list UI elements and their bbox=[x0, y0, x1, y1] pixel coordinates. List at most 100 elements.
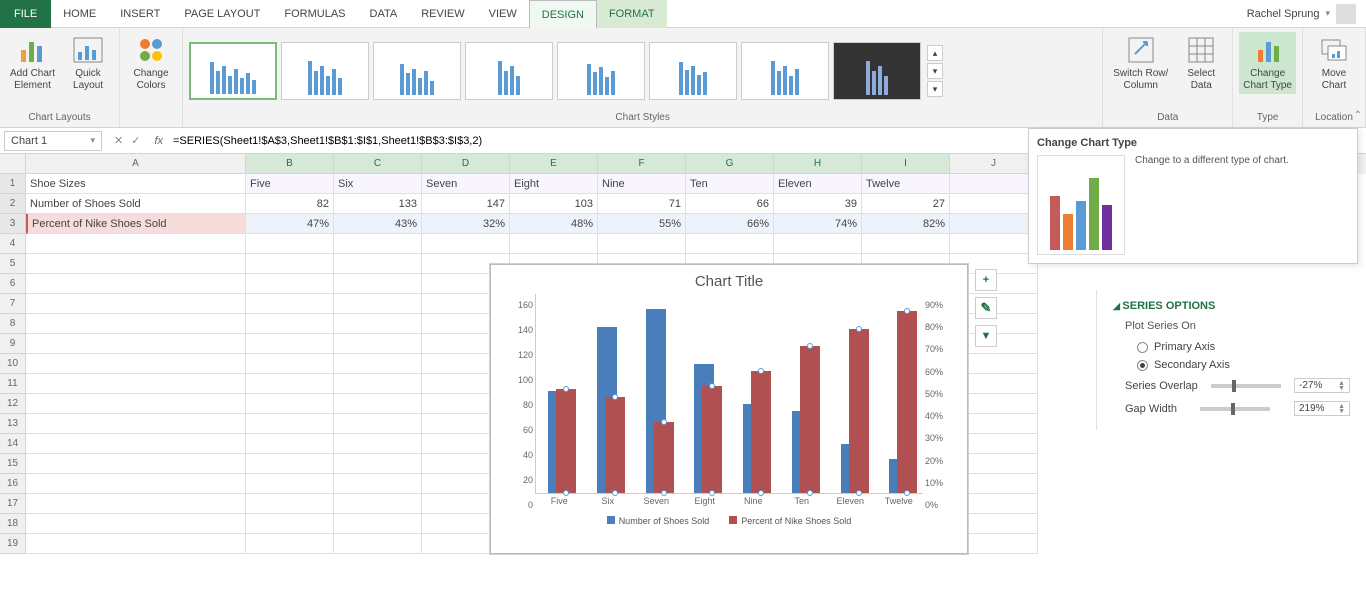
name-box[interactable]: Chart 1▾ bbox=[4, 131, 102, 151]
cell[interactable] bbox=[26, 414, 246, 434]
cell[interactable] bbox=[246, 374, 334, 394]
cell[interactable] bbox=[246, 394, 334, 414]
cell[interactable]: 147 bbox=[422, 194, 510, 214]
cell[interactable] bbox=[26, 374, 246, 394]
cell[interactable] bbox=[950, 214, 1038, 234]
cell[interactable]: 103 bbox=[510, 194, 598, 214]
cell[interactable]: Six bbox=[334, 174, 422, 194]
series-options-header[interactable]: SERIES OPTIONS bbox=[1113, 300, 1350, 312]
gap-width-input[interactable]: 219%▲▼ bbox=[1294, 401, 1350, 416]
cell[interactable] bbox=[334, 494, 422, 514]
cell[interactable] bbox=[334, 294, 422, 314]
cell[interactable] bbox=[510, 234, 598, 254]
quick-layout-button[interactable]: Quick Layout bbox=[63, 32, 113, 94]
row-header[interactable]: 5 bbox=[0, 254, 26, 274]
cell[interactable] bbox=[334, 434, 422, 454]
select-data-button[interactable]: Select Data bbox=[1176, 32, 1226, 94]
chart-title[interactable]: Chart Title bbox=[491, 265, 967, 294]
styles-more-button[interactable]: ▾ bbox=[927, 81, 943, 97]
cell[interactable] bbox=[950, 194, 1038, 214]
chart-plot-area[interactable] bbox=[535, 294, 923, 494]
cell[interactable]: Seven bbox=[422, 174, 510, 194]
row-header[interactable]: 12 bbox=[0, 394, 26, 414]
cell[interactable]: Nine bbox=[598, 174, 686, 194]
row-header[interactable]: 11 bbox=[0, 374, 26, 394]
cell[interactable] bbox=[246, 334, 334, 354]
chart-elements-button[interactable]: + bbox=[975, 269, 997, 291]
row-header[interactable]: 1 bbox=[0, 174, 26, 194]
change-colors-button[interactable]: Change Colors bbox=[126, 32, 176, 94]
primary-axis-radio[interactable]: Primary Axis bbox=[1113, 338, 1350, 356]
cell[interactable] bbox=[862, 234, 950, 254]
fx-icon[interactable]: fx bbox=[148, 135, 169, 147]
tab-format[interactable]: FORMAT bbox=[597, 0, 667, 28]
col-header-e[interactable]: E bbox=[510, 154, 598, 174]
cell[interactable] bbox=[334, 454, 422, 474]
cell[interactable] bbox=[246, 254, 334, 274]
series-overlap-slider[interactable] bbox=[1211, 384, 1281, 388]
cell[interactable] bbox=[334, 234, 422, 254]
cell[interactable] bbox=[246, 274, 334, 294]
col-header-a[interactable]: A bbox=[26, 154, 246, 174]
row-header[interactable]: 10 bbox=[0, 354, 26, 374]
cell[interactable] bbox=[246, 414, 334, 434]
cell[interactable] bbox=[334, 534, 422, 554]
cell[interactable] bbox=[334, 514, 422, 534]
series-overlap-input[interactable]: -27%▲▼ bbox=[1294, 378, 1350, 393]
cell[interactable] bbox=[334, 414, 422, 434]
styles-up-button[interactable]: ▴ bbox=[927, 45, 943, 61]
secondary-axis-radio[interactable]: Secondary Axis bbox=[1113, 356, 1350, 374]
cell[interactable]: 82 bbox=[246, 194, 334, 214]
cell[interactable] bbox=[26, 434, 246, 454]
col-header-h[interactable]: H bbox=[774, 154, 862, 174]
row-header[interactable]: 14 bbox=[0, 434, 26, 454]
tab-data[interactable]: DATA bbox=[358, 0, 410, 28]
row-header[interactable]: 13 bbox=[0, 414, 26, 434]
cell[interactable]: 66 bbox=[686, 194, 774, 214]
tab-formulas[interactable]: FORMULAS bbox=[272, 0, 357, 28]
col-header-d[interactable]: D bbox=[422, 154, 510, 174]
chart-style-4[interactable] bbox=[465, 42, 553, 100]
cell[interactable] bbox=[26, 534, 246, 554]
cell[interactable]: Twelve bbox=[862, 174, 950, 194]
chart-style-2[interactable] bbox=[281, 42, 369, 100]
cell[interactable]: 27 bbox=[862, 194, 950, 214]
cell[interactable]: Shoe Sizes bbox=[26, 174, 246, 194]
cancel-formula-icon[interactable]: ✕ bbox=[114, 134, 123, 147]
row-header[interactable]: 15 bbox=[0, 454, 26, 474]
cell[interactable]: 74% bbox=[774, 214, 862, 234]
tab-view[interactable]: VIEW bbox=[477, 0, 529, 28]
col-header-g[interactable]: G bbox=[686, 154, 774, 174]
cell[interactable]: 43% bbox=[334, 214, 422, 234]
cell[interactable] bbox=[26, 314, 246, 334]
cell[interactable] bbox=[26, 354, 246, 374]
cell[interactable] bbox=[334, 254, 422, 274]
chart-style-7[interactable] bbox=[741, 42, 829, 100]
tab-home[interactable]: HOME bbox=[51, 0, 108, 28]
col-header-f[interactable]: F bbox=[598, 154, 686, 174]
cell[interactable] bbox=[334, 374, 422, 394]
move-chart-button[interactable]: Move Chart bbox=[1309, 32, 1359, 94]
cell[interactable] bbox=[950, 234, 1038, 254]
change-chart-type-button[interactable]: Change Chart Type bbox=[1239, 32, 1296, 94]
cell[interactable] bbox=[246, 534, 334, 554]
cell[interactable] bbox=[26, 454, 246, 474]
cell[interactable] bbox=[246, 294, 334, 314]
cell[interactable] bbox=[246, 234, 334, 254]
cell[interactable]: Five bbox=[246, 174, 334, 194]
col-header-b[interactable]: B bbox=[246, 154, 334, 174]
chart-style-3[interactable] bbox=[373, 42, 461, 100]
row-header[interactable]: 18 bbox=[0, 514, 26, 534]
chart-filters-button[interactable]: ▼ bbox=[975, 325, 997, 347]
cell[interactable] bbox=[334, 334, 422, 354]
cell[interactable]: 48% bbox=[510, 214, 598, 234]
tab-file[interactable]: FILE bbox=[0, 0, 51, 28]
cell[interactable]: Ten bbox=[686, 174, 774, 194]
row-header[interactable]: 17 bbox=[0, 494, 26, 514]
chart-style-1[interactable] bbox=[189, 42, 277, 100]
chart-styles-button[interactable]: ✎ bbox=[975, 297, 997, 319]
row-header[interactable]: 19 bbox=[0, 534, 26, 554]
user-account[interactable]: Rachel Sprung ▾ bbox=[1237, 4, 1366, 24]
col-header-c[interactable]: C bbox=[334, 154, 422, 174]
cell[interactable]: 32% bbox=[422, 214, 510, 234]
